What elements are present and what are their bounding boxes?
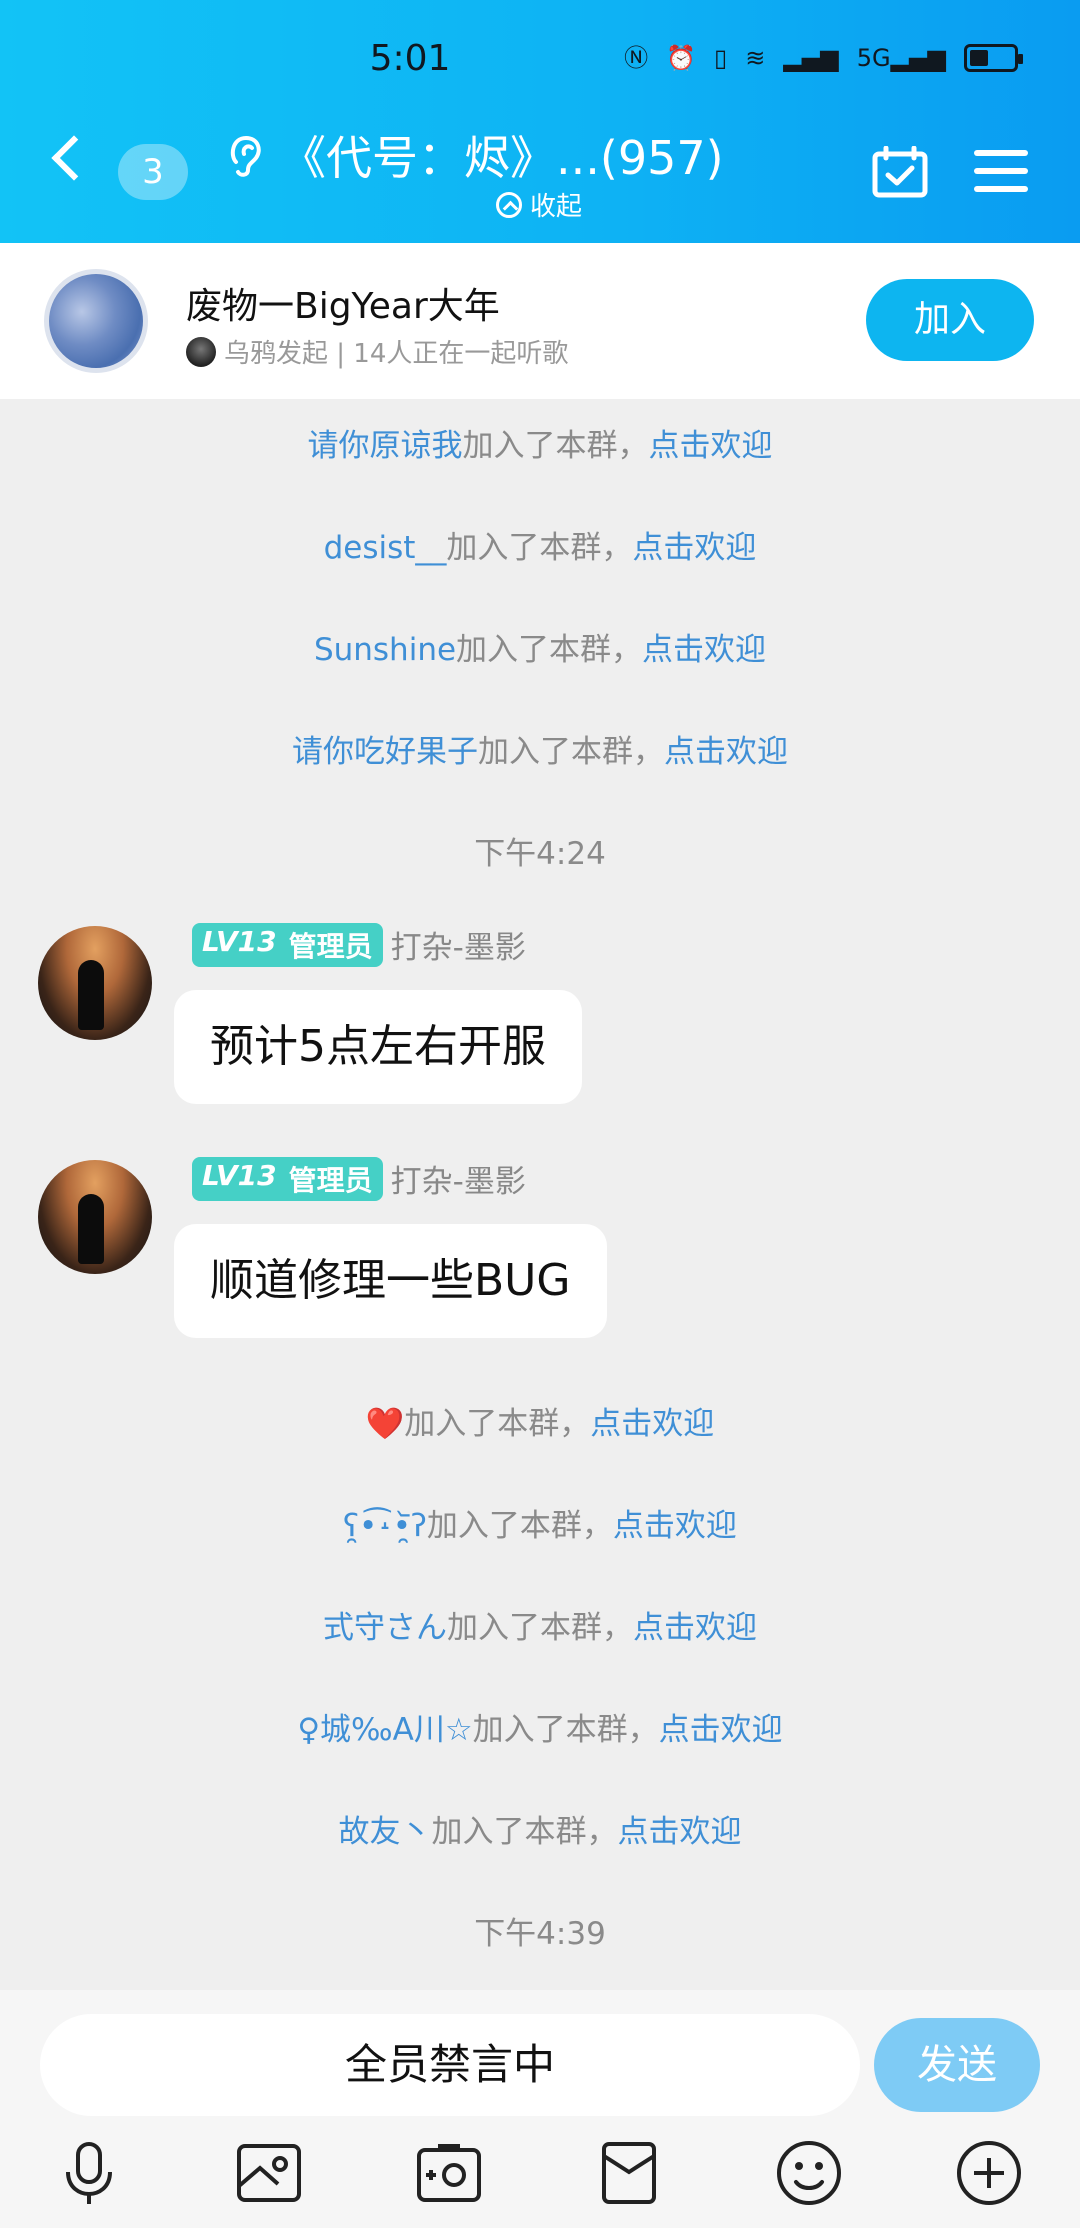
welcome-link[interactable]: 点击欢迎 (649, 428, 773, 464)
system-text: 加入了本群， (431, 1814, 618, 1850)
welcome-link[interactable]: 点击欢迎 (613, 1508, 737, 1544)
nfc-icon: Ⓝ (624, 44, 649, 72)
back-icon[interactable] (51, 135, 97, 181)
message-bubble[interactable]: 顺道修理一些BUG (174, 1224, 607, 1338)
collapse-label: 收起 (530, 192, 583, 222)
system-message: 式守さん加入了本群，点击欢迎 (0, 1602, 1080, 1647)
join-button[interactable]: 加入 (866, 279, 1034, 361)
member-name[interactable]: 式守さん (323, 1610, 447, 1646)
sender-name[interactable]: 打杂-墨影 (391, 1156, 526, 1201)
listen-together-bar[interactable]: 废物一BigYear大年 乌鸦发起 | 14人正在一起听歌 加入 (0, 243, 1080, 399)
system-text: 加入了本群， (446, 530, 633, 566)
level-badge: LV13 管理员 (192, 922, 383, 967)
message-bubble[interactable]: 预计5点左右开服 (174, 990, 582, 1104)
system-text: 加入了本群， (447, 1610, 633, 1646)
album-cover[interactable] (44, 269, 148, 373)
menu-icon[interactable] (974, 150, 1028, 192)
camera-icon[interactable] (414, 2138, 484, 2208)
welcome-link[interactable]: 点击欢迎 (642, 632, 766, 668)
image-icon[interactable] (234, 2138, 304, 2208)
group-title[interactable]: 《代号：烬》...(957) (280, 122, 724, 188)
sender-name[interactable]: 打杂-墨影 (391, 922, 526, 967)
timestamp: 下午4:39 (474, 1916, 606, 1952)
role-label: 管理员 (288, 929, 373, 963)
timestamp: 下午4:24 (474, 836, 606, 872)
message-input[interactable]: 全员禁言中 (40, 2014, 860, 2116)
system-message: 请你吃好果子加入了本群，点击欢迎 (0, 726, 1080, 771)
system-text: 加入了本群， (462, 428, 649, 464)
welcome-link[interactable]: 点击欢迎 (633, 1610, 757, 1646)
sender-meta: LV13 管理员 打杂-墨影 (192, 1156, 526, 1201)
system-text: 加入了本群， (456, 632, 643, 668)
system-message: ʕ̯•͡˔•̯᷅ʔ加入了本群，点击欢迎 (0, 1500, 1080, 1545)
system-message: desist__加入了本群，点击欢迎 (0, 522, 1080, 567)
chat-header: 5:01 Ⓝ ⏰ ▯ ≋ ▂▄▆ 5G▂▄▆ 3 《代号：烬》...(957) … (0, 0, 1080, 243)
alarm-icon: ⏰ (666, 44, 697, 72)
level-label: LV13 (202, 924, 277, 958)
sender-avatar[interactable] (38, 1160, 152, 1274)
microphone-icon[interactable] (54, 2138, 124, 2208)
member-name[interactable]: ❤️ (366, 1406, 405, 1442)
system-message: ❤️加入了本群，点击欢迎 (0, 1398, 1080, 1443)
wifi-icon: ≋ (745, 44, 766, 72)
listen-subtitle-text: 乌鸦发起 | 14人正在一起听歌 (224, 339, 569, 369)
input-area: 全员禁言中 发送 (0, 1990, 1080, 2228)
system-message: 请你原谅我加入了本群，点击欢迎 (0, 420, 1080, 465)
sender-meta: LV13 管理员 打杂-墨影 (192, 922, 526, 967)
welcome-link[interactable]: 点击欢迎 (618, 1814, 742, 1850)
welcome-link[interactable]: 点击欢迎 (659, 1712, 783, 1748)
red-packet-icon[interactable] (594, 2138, 664, 2208)
signal-icon: ▂▄▆ (783, 44, 839, 72)
member-name[interactable]: ♀城‰A川☆ (297, 1712, 472, 1748)
send-button[interactable]: 发送 (874, 2018, 1040, 2112)
role-label: 管理员 (288, 1163, 373, 1197)
member-name[interactable]: 请你吃好果子 (292, 734, 478, 770)
member-name[interactable]: Sunshine (314, 632, 456, 668)
sender-avatar[interactable] (38, 926, 152, 1040)
welcome-link[interactable]: 点击欢迎 (664, 734, 788, 770)
chevron-up-icon (496, 191, 522, 218)
level-badge: LV13 管理员 (192, 1156, 383, 1201)
system-text: 加入了本群， (478, 734, 664, 770)
system-message: ♀城‰A川☆加入了本群，点击欢迎 (0, 1704, 1080, 1749)
member-name[interactable]: ʕ̯•͡˔•̯᷅ʔ (343, 1508, 427, 1544)
welcome-link[interactable]: 点击欢迎 (590, 1406, 714, 1442)
level-label: LV13 (202, 1158, 277, 1192)
collapse-button[interactable]: 收起 (496, 186, 582, 223)
battery-icon (964, 44, 1023, 72)
vibrate-icon: ▯ (714, 44, 728, 72)
ear-icon[interactable] (226, 132, 266, 180)
member-name[interactable]: 请你原谅我 (308, 428, 463, 464)
system-text: 加入了本群， (426, 1508, 613, 1544)
initiator-avatar (186, 336, 216, 367)
member-name[interactable]: desist__ (324, 530, 447, 566)
calendar-check-icon[interactable] (872, 146, 928, 198)
system-text: 加入了本群， (404, 1406, 591, 1442)
plus-icon[interactable] (954, 2138, 1024, 2208)
system-message: 故友丶加入了本群，点击欢迎 (0, 1806, 1080, 1851)
system-message: Sunshine加入了本群，点击欢迎 (0, 624, 1080, 669)
member-name[interactable]: 故友丶 (339, 1814, 432, 1850)
welcome-link[interactable]: 点击欢迎 (632, 530, 756, 566)
listen-subtitle: 乌鸦发起 | 14人正在一起听歌 (186, 333, 568, 370)
emoji-icon[interactable] (774, 2138, 844, 2208)
song-title: 废物一BigYear大年 (186, 286, 500, 327)
unread-badge[interactable]: 3 (118, 144, 188, 200)
signal-5g-icon: 5G▂▄▆ (856, 44, 946, 72)
system-text: 加入了本群， (472, 1712, 659, 1748)
status-icons: Ⓝ ⏰ ▯ ≋ ▂▄▆ 5G▂▄▆ (624, 44, 1023, 72)
